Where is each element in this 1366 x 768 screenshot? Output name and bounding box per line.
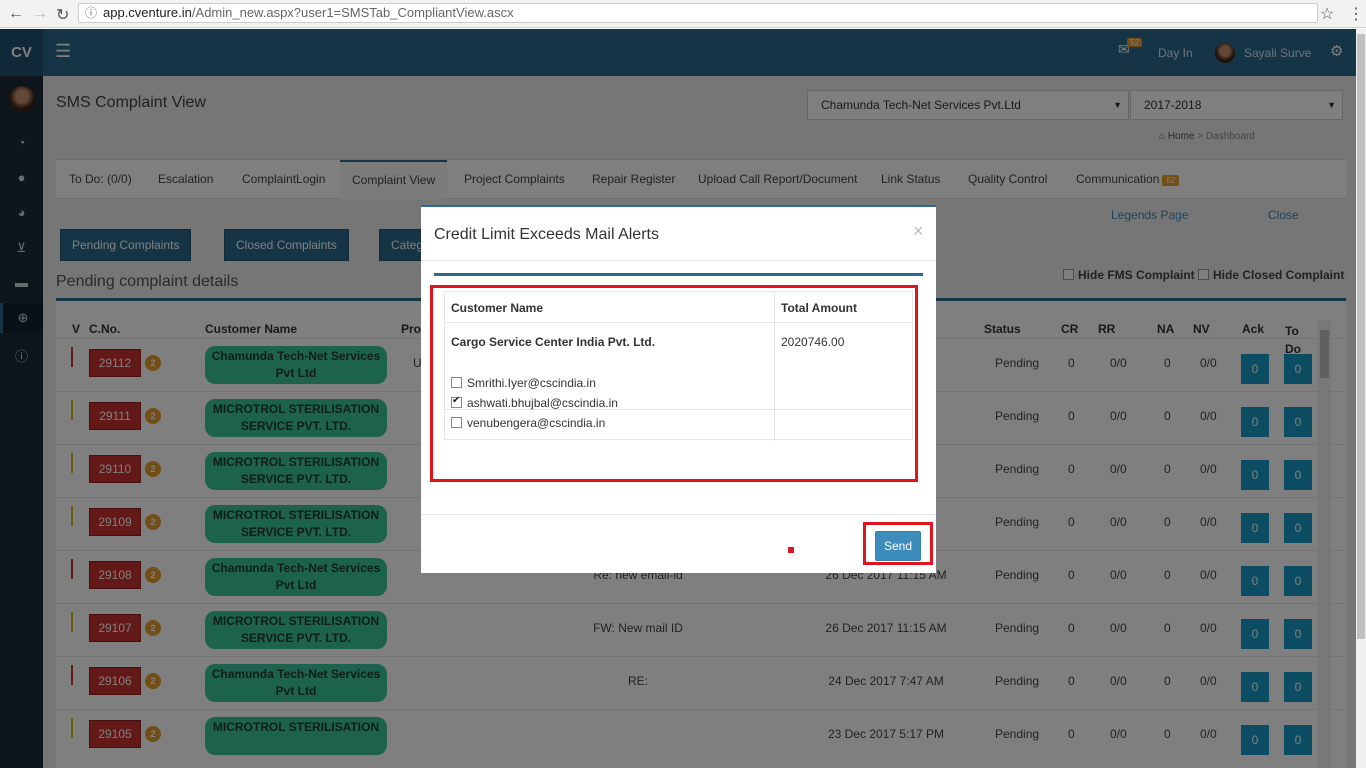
back-icon[interactable]: ← bbox=[8, 5, 24, 23]
bookmark-star-icon[interactable]: ☆ bbox=[1320, 4, 1334, 24]
column-divider bbox=[774, 292, 775, 441]
modal-title: Credit Limit Exceeds Mail Alerts bbox=[434, 226, 659, 243]
page-scroll-thumb[interactable] bbox=[1357, 34, 1365, 639]
email-checkbox[interactable] bbox=[451, 395, 462, 408]
url-host: app.cventure.in bbox=[103, 5, 192, 20]
browser-toolbar: ← → ↻ ⓘ app.cventure.in/Admin_new.aspx?u… bbox=[0, 0, 1366, 28]
email-option[interactable]: ashwati.bhujbal@cscindia.in bbox=[451, 395, 618, 410]
forward-icon[interactable]: → bbox=[32, 5, 48, 23]
info-icon[interactable]: ⓘ bbox=[85, 4, 97, 22]
modal-accent-bar bbox=[434, 273, 923, 276]
page-scrollbar[interactable] bbox=[1356, 29, 1366, 768]
email-address: ashwati.bhujbal@cscindia.in bbox=[467, 396, 618, 410]
total-amount: 2020746.00 bbox=[781, 335, 845, 349]
credit-table: Customer Name Total Amount Cargo Service… bbox=[444, 291, 914, 441]
modal-footer-divider bbox=[421, 514, 936, 515]
red-marker bbox=[788, 547, 794, 553]
email-address: venubengera@cscindia.in bbox=[467, 416, 606, 430]
send-button[interactable]: Send bbox=[875, 531, 921, 561]
email-checkbox[interactable] bbox=[451, 417, 462, 428]
url-path: /Admin_new.aspx?user1=SMSTab_CompliantVi… bbox=[191, 5, 514, 20]
email-address: Smrithi.Iyer@cscindia.in bbox=[467, 376, 596, 390]
email-option[interactable]: venubengera@cscindia.in bbox=[451, 416, 605, 430]
address-bar[interactable]: ⓘ app.cventure.in/Admin_new.aspx?user1=S… bbox=[78, 3, 1318, 23]
customer-name: Cargo Service Center India Pvt. Ltd. bbox=[451, 335, 656, 349]
email-option[interactable]: Smrithi.Iyer@cscindia.in bbox=[451, 376, 596, 390]
browser-menu-icon[interactable]: ⋮ bbox=[1348, 4, 1364, 24]
modal-header-divider bbox=[421, 260, 936, 261]
col-header-amount: Total Amount bbox=[781, 301, 857, 315]
close-icon[interactable]: × bbox=[913, 221, 924, 242]
email-checkbox[interactable] bbox=[451, 377, 462, 388]
row-divider bbox=[445, 322, 914, 323]
reload-icon[interactable]: ↻ bbox=[56, 5, 69, 25]
col-header-customer: Customer Name bbox=[451, 301, 544, 315]
credit-limit-modal: Credit Limit Exceeds Mail Alerts × Custo… bbox=[421, 205, 936, 573]
